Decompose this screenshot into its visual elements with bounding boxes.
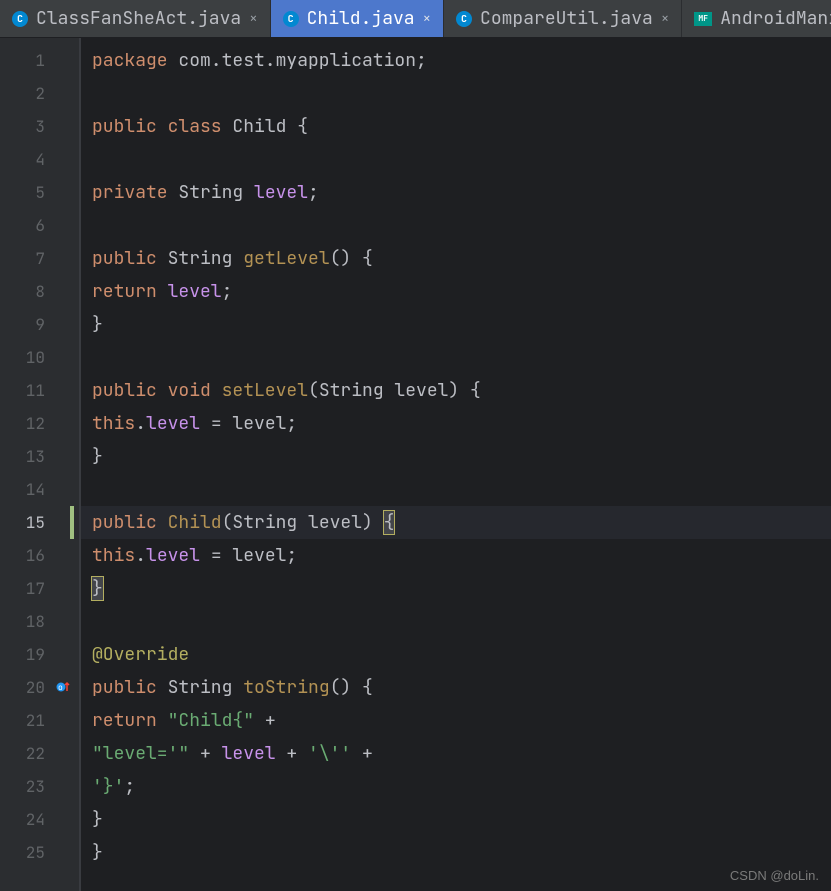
code-line[interactable]: } (92, 308, 831, 341)
line-number[interactable]: 13 (0, 440, 79, 473)
line-number[interactable]: 3 (0, 110, 79, 143)
code-line[interactable]: @Override (92, 638, 831, 671)
line-number[interactable]: 18 (0, 605, 79, 638)
line-number[interactable]: 6 (0, 209, 79, 242)
svg-text:o: o (58, 683, 63, 693)
code-line[interactable]: this.level = level; (92, 407, 831, 440)
code-line[interactable] (92, 77, 831, 110)
tab-bar: C ClassFanSheAct.java × C Child.java × C… (0, 0, 831, 38)
line-number[interactable]: 8 (0, 275, 79, 308)
gutter: 1 2 3 4 5 6 7 8 9 10 11 12 13 14 15 16 1… (0, 38, 80, 891)
line-number[interactable]: 9 (0, 308, 79, 341)
line-number[interactable]: 17 (0, 572, 79, 605)
line-number[interactable]: 22 (0, 737, 79, 770)
line-number[interactable]: 11 (0, 374, 79, 407)
line-number[interactable]: 20 o (0, 671, 79, 704)
tab-label: ClassFanSheAct.java (36, 7, 241, 30)
code-line[interactable]: "level='" + level + '\'' + (92, 737, 831, 770)
code-line[interactable]: return level; (92, 275, 831, 308)
code-line[interactable] (92, 341, 831, 374)
code-line[interactable] (92, 605, 831, 638)
line-number[interactable]: 12 (0, 407, 79, 440)
close-icon[interactable]: × (661, 10, 669, 28)
line-number[interactable]: 4 (0, 143, 79, 176)
code-line[interactable] (92, 209, 831, 242)
code-line[interactable]: public String getLevel() { (92, 242, 831, 275)
tab-label: AndroidManifest.x (720, 7, 831, 30)
code-line[interactable]: } (92, 440, 831, 473)
line-number[interactable]: 5 (0, 176, 79, 209)
code-line[interactable]: private String level; (92, 176, 831, 209)
code-line[interactable]: } (92, 572, 831, 605)
tab-label: CompareUtil.java (480, 7, 653, 30)
code-line[interactable]: } (92, 803, 831, 836)
override-icon[interactable]: o (55, 679, 71, 695)
manifest-icon: MF (694, 12, 712, 26)
editor: 1 2 3 4 5 6 7 8 9 10 11 12 13 14 15 16 1… (0, 38, 831, 891)
line-number[interactable]: 2 (0, 77, 79, 110)
code-line[interactable]: this.level = level; (92, 539, 831, 572)
code-area[interactable]: package com.test.myapplication; public c… (80, 38, 831, 891)
code-line[interactable]: package com.test.myapplication; (92, 44, 831, 77)
class-icon: C (456, 11, 472, 27)
line-number[interactable]: 1 (0, 44, 79, 77)
line-number[interactable]: 24 (0, 803, 79, 836)
code-line[interactable]: public void setLevel(String level) { (92, 374, 831, 407)
line-number[interactable]: 7 (0, 242, 79, 275)
tab-compareutil[interactable]: C CompareUtil.java × (444, 0, 682, 37)
line-number[interactable]: 15 (0, 506, 79, 539)
code-line[interactable]: } (92, 836, 831, 869)
line-number[interactable]: 14 (0, 473, 79, 506)
code-line[interactable]: return "Child{" + (92, 704, 831, 737)
tab-label: Child.java (307, 7, 415, 30)
code-line[interactable]: public Child(String level) { (80, 506, 831, 539)
watermark: CSDN @doLin. (730, 868, 819, 883)
tab-child[interactable]: C Child.java × (271, 0, 444, 37)
class-icon: C (12, 11, 28, 27)
code-line[interactable] (92, 473, 831, 506)
line-number[interactable]: 10 (0, 341, 79, 374)
line-number[interactable]: 19 (0, 638, 79, 671)
code-line[interactable] (92, 143, 831, 176)
line-number[interactable]: 16 (0, 539, 79, 572)
code-line[interactable]: '}'; (92, 770, 831, 803)
tab-androidmanifest[interactable]: MF AndroidManifest.x (682, 0, 831, 37)
code-line[interactable]: public class Child { (92, 110, 831, 143)
line-number[interactable]: 23 (0, 770, 79, 803)
line-number[interactable]: 25 (0, 836, 79, 869)
line-number[interactable]: 21 (0, 704, 79, 737)
code-line[interactable]: public String toString() { (92, 671, 831, 704)
class-icon: C (283, 11, 299, 27)
tab-classfansheact[interactable]: C ClassFanSheAct.java × (0, 0, 271, 37)
close-icon[interactable]: × (249, 10, 257, 28)
close-icon[interactable]: × (423, 10, 431, 28)
